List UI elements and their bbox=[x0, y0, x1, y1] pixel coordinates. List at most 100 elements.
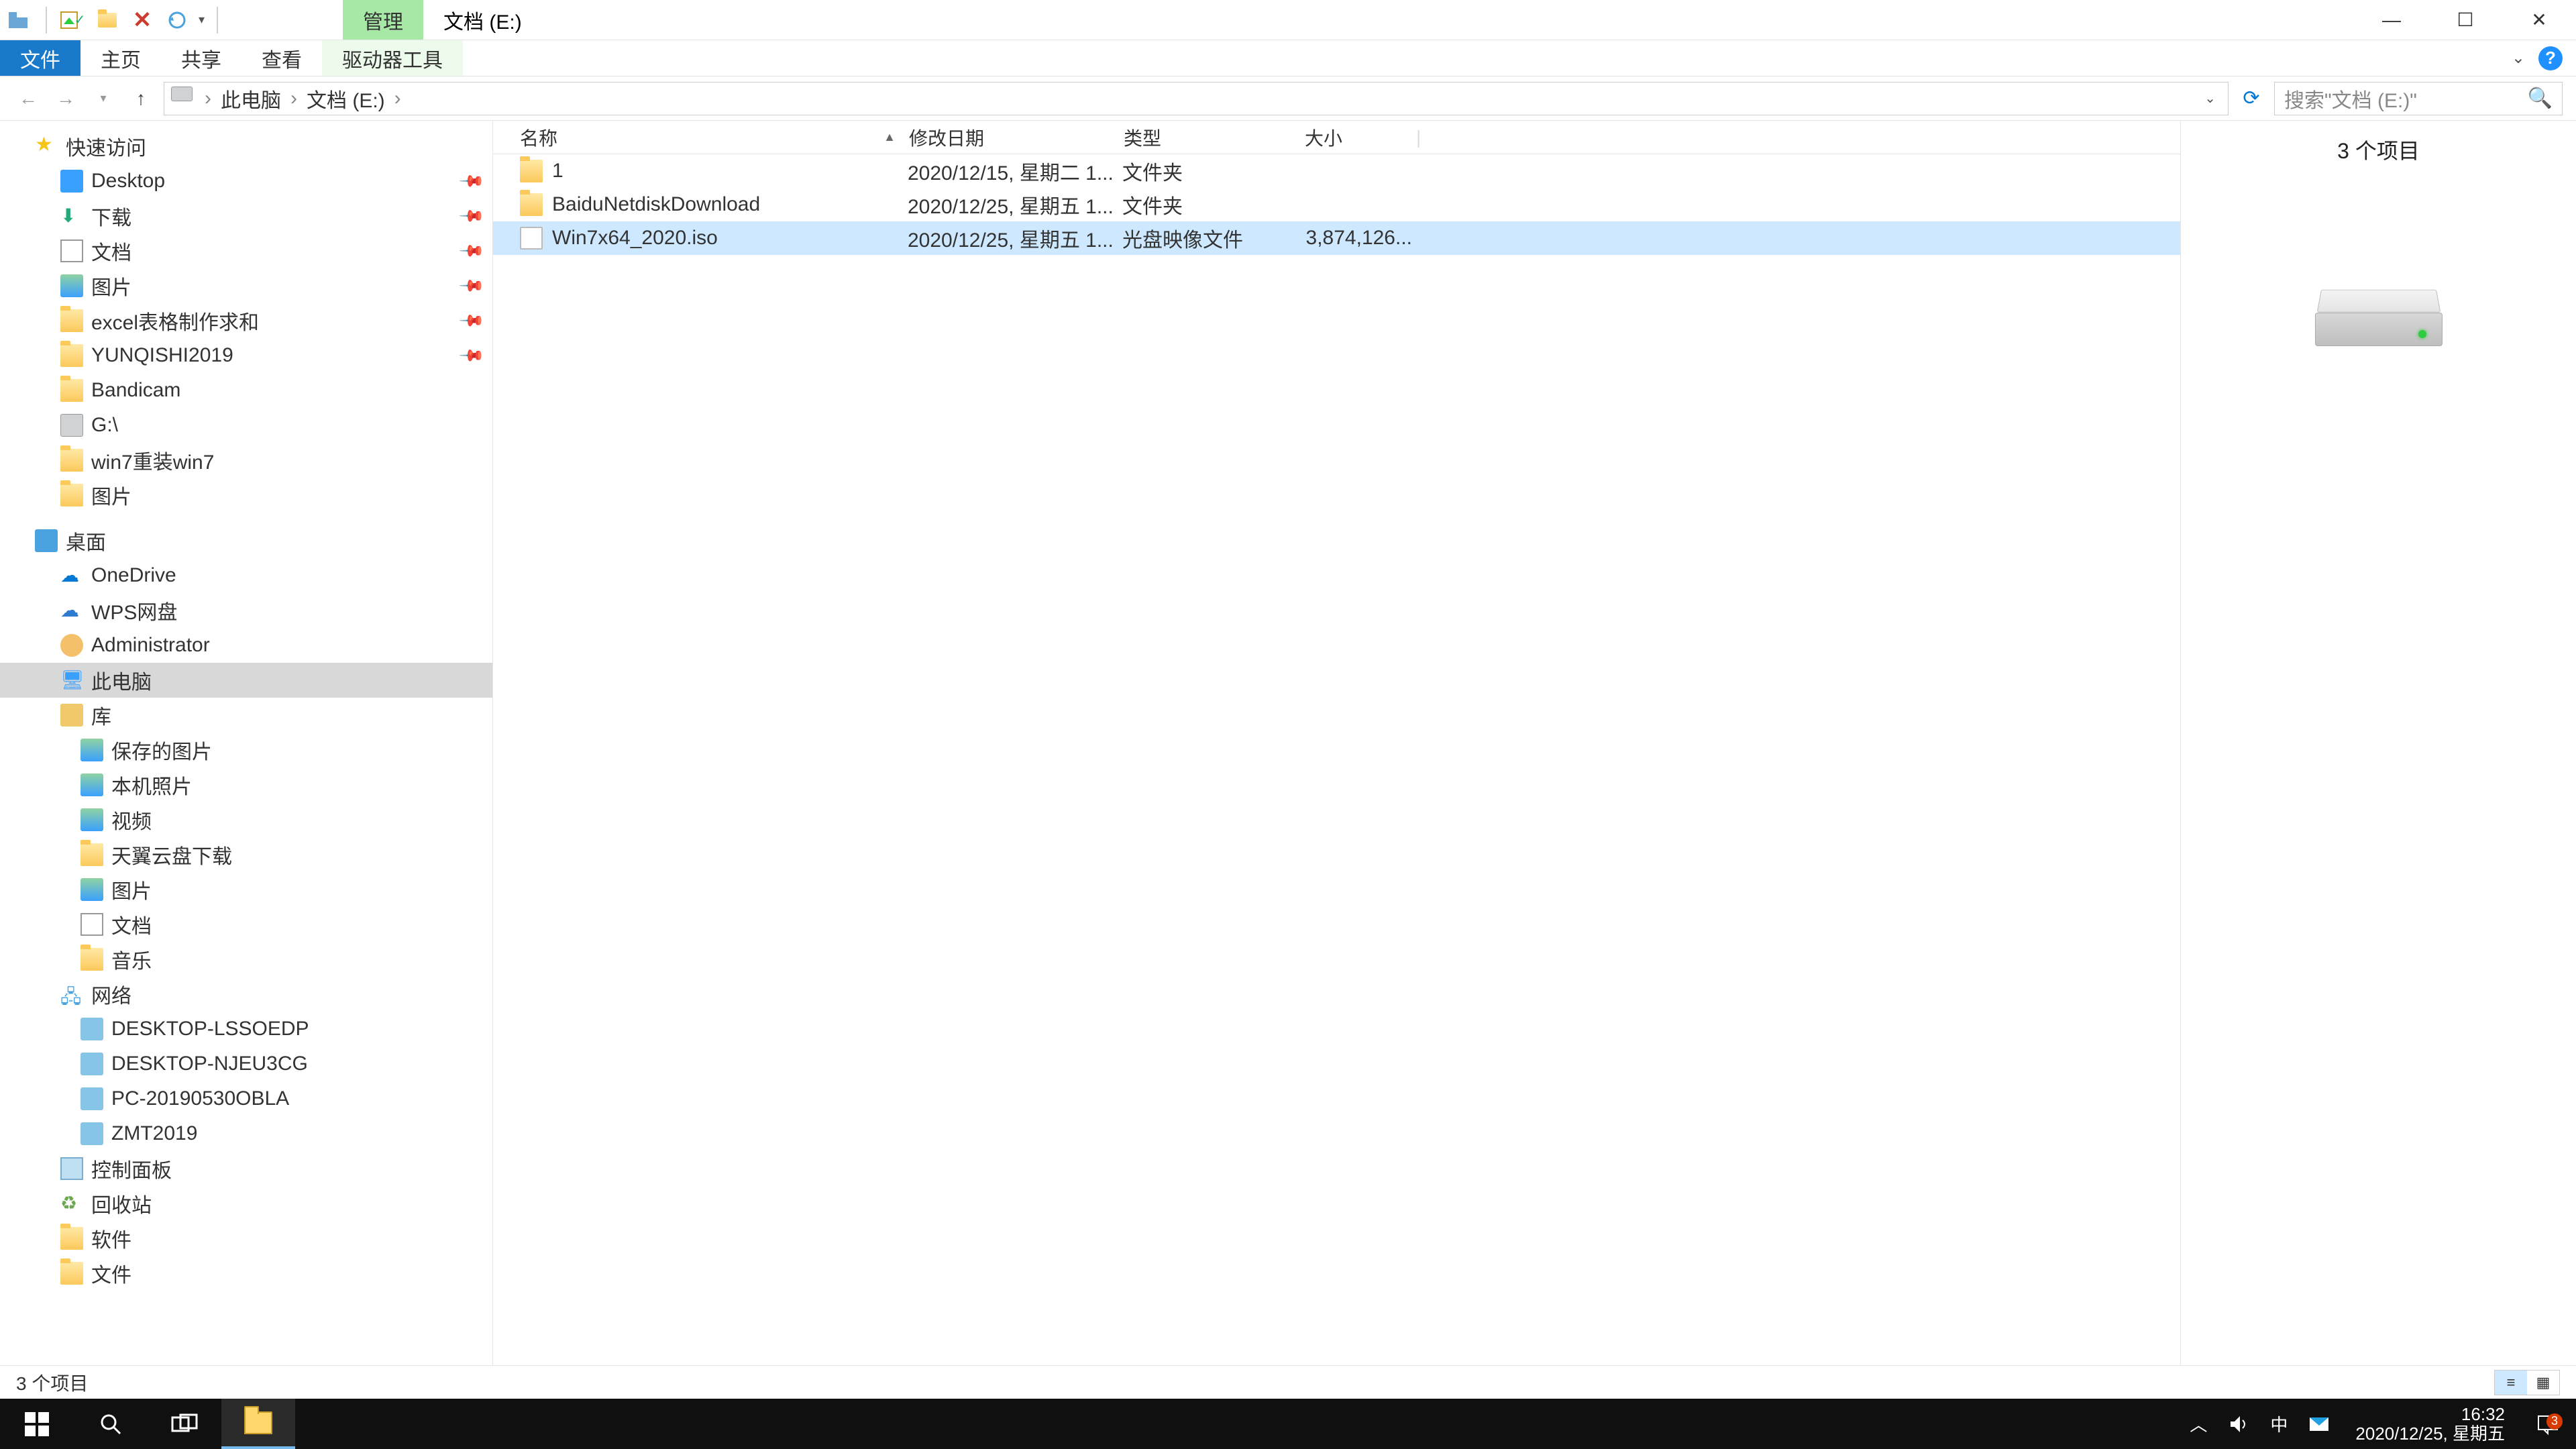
tray-overflow-icon[interactable]: ︿ bbox=[2186, 1412, 2210, 1436]
sidebar-item[interactable]: 控制面板 bbox=[0, 1151, 492, 1186]
qat-dropdown-icon[interactable]: ▾ bbox=[199, 13, 205, 27]
column-date[interactable]: 修改日期 bbox=[909, 124, 1124, 151]
recent-locations-icon[interactable]: ▾ bbox=[89, 84, 118, 113]
sidebar-item[interactable]: 图片 bbox=[0, 478, 492, 513]
notification-badge: 3 bbox=[2546, 1413, 2563, 1430]
start-button[interactable] bbox=[0, 1399, 74, 1449]
view-icons-button[interactable]: ▦ bbox=[2527, 1371, 2559, 1395]
sidebar-item[interactable]: 本机照片 bbox=[0, 767, 492, 802]
sidebar-quick-access[interactable]: ★ 快速访问 bbox=[0, 129, 492, 164]
sidebar-item[interactable]: Bandicam bbox=[0, 373, 492, 408]
refresh-button[interactable]: ⟳ bbox=[2237, 84, 2266, 113]
task-view-button[interactable] bbox=[148, 1399, 221, 1449]
column-overflow-icon[interactable]: | bbox=[1412, 127, 1425, 148]
forward-button[interactable]: → bbox=[51, 84, 80, 113]
help-icon[interactable]: ? bbox=[2538, 46, 2563, 70]
sidebar-item[interactable]: 库 bbox=[0, 698, 492, 733]
sidebar-item[interactable]: G:\ bbox=[0, 408, 492, 443]
qat-separator bbox=[46, 7, 47, 34]
app-icon[interactable] bbox=[7, 7, 34, 34]
column-name[interactable]: 名称 ▲ bbox=[520, 124, 909, 151]
sidebar-item[interactable]: 软件 bbox=[0, 1221, 492, 1256]
address-bar[interactable]: › 此电脑 › 文档 (E:) › ⌄ bbox=[164, 82, 2229, 115]
chevron-right-icon[interactable]: › bbox=[390, 87, 405, 110]
navigation-pane[interactable]: ★ 快速访问 Desktop📌⬇下载📌文档📌图片📌excel表格制作求和📌YUN… bbox=[0, 121, 493, 1365]
item-icon: ☁ bbox=[60, 599, 83, 622]
file-row[interactable]: BaiduNetdiskDownload 2020/12/25, 星期五 1..… bbox=[493, 188, 2180, 221]
sidebar-item[interactable]: 图片📌 bbox=[0, 268, 492, 303]
sidebar-desktop-group[interactable]: 桌面 bbox=[0, 523, 492, 558]
sidebar-item[interactable]: ☁WPS网盘 bbox=[0, 593, 492, 628]
chevron-right-icon[interactable]: › bbox=[201, 87, 215, 110]
sidebar-item[interactable]: 保存的图片 bbox=[0, 733, 492, 767]
tab-view[interactable]: 查看 bbox=[241, 40, 322, 76]
pin-icon: 📌 bbox=[458, 272, 486, 300]
file-row[interactable]: 1 2020/12/15, 星期二 1... 文件夹 bbox=[493, 154, 2180, 188]
sidebar-item-label: 库 bbox=[91, 700, 482, 730]
file-rows[interactable]: 1 2020/12/15, 星期二 1... 文件夹 BaiduNetdiskD… bbox=[493, 154, 2180, 1365]
undo-icon[interactable] bbox=[164, 7, 191, 34]
sidebar-item[interactable]: YUNQISHI2019📌 bbox=[0, 338, 492, 373]
delete-icon[interactable]: ✕ bbox=[129, 7, 156, 34]
sidebar-item[interactable]: 🖥此电脑 bbox=[0, 663, 492, 698]
action-center-button[interactable]: 3 bbox=[2529, 1412, 2567, 1436]
sidebar-item[interactable]: 文件 bbox=[0, 1256, 492, 1291]
sidebar-item[interactable]: 音乐 bbox=[0, 942, 492, 977]
sidebar-item-label: 天翼云盘下载 bbox=[111, 840, 482, 869]
item-icon bbox=[60, 414, 83, 437]
tray-app-icon[interactable] bbox=[2307, 1412, 2331, 1436]
up-button[interactable]: ↑ bbox=[126, 84, 156, 113]
properties-icon[interactable]: ✓ bbox=[59, 7, 86, 34]
tab-file[interactable]: 文件 bbox=[0, 40, 80, 76]
item-icon: ♻ bbox=[60, 1192, 83, 1215]
ime-indicator[interactable]: 中 bbox=[2267, 1412, 2291, 1436]
sidebar-item[interactable]: win7重装win7 bbox=[0, 443, 492, 478]
sidebar-item[interactable]: ☁OneDrive bbox=[0, 558, 492, 593]
sidebar-item[interactable]: ♻回收站 bbox=[0, 1186, 492, 1221]
drive-icon bbox=[171, 87, 195, 111]
tab-drive-tools[interactable]: 驱动器工具 bbox=[322, 40, 463, 76]
search-icon[interactable]: 🔍 bbox=[2528, 87, 2553, 110]
sidebar-item[interactable]: excel表格制作求和📌 bbox=[0, 303, 492, 338]
view-details-button[interactable]: ≡ bbox=[2495, 1371, 2527, 1395]
new-folder-icon[interactable] bbox=[94, 7, 121, 34]
tab-share[interactable]: 共享 bbox=[161, 40, 241, 76]
sidebar-item-label: 保存的图片 bbox=[111, 735, 482, 765]
address-dropdown-icon[interactable]: ⌄ bbox=[2199, 90, 2221, 107]
sidebar-item-label: Bandicam bbox=[91, 379, 482, 402]
sidebar-item[interactable]: 图片 bbox=[0, 872, 492, 907]
sidebar-item[interactable]: 文档 bbox=[0, 907, 492, 942]
file-row[interactable]: Win7x64_2020.iso 2020/12/25, 星期五 1... 光盘… bbox=[493, 221, 2180, 255]
sidebar-item[interactable]: ZMT2019 bbox=[0, 1116, 492, 1151]
crumb-drive-e[interactable]: 文档 (E:) bbox=[307, 84, 385, 113]
column-type[interactable]: 类型 bbox=[1124, 124, 1305, 151]
sidebar-item[interactable]: PC-20190530OBLA bbox=[0, 1081, 492, 1116]
sidebar-network[interactable]: 🖧 网络 bbox=[0, 977, 492, 1012]
sidebar-item[interactable]: DESKTOP-NJEU3CG bbox=[0, 1046, 492, 1081]
sidebar-item[interactable]: Administrator bbox=[0, 628, 492, 663]
maximize-button[interactable]: ☐ bbox=[2428, 0, 2502, 40]
column-size[interactable]: 大小 bbox=[1305, 124, 1412, 151]
back-button[interactable]: ← bbox=[13, 84, 43, 113]
search-placeholder: 搜索"文档 (E:)" bbox=[2284, 84, 2417, 113]
minimize-button[interactable]: — bbox=[2355, 0, 2428, 40]
crumb-this-pc[interactable]: 此电脑 bbox=[221, 84, 281, 113]
clock[interactable]: 16:32 2020/12/25, 星期五 bbox=[2347, 1405, 2513, 1443]
sidebar-item-label: OneDrive bbox=[91, 564, 482, 587]
sidebar-item[interactable]: DESKTOP-LSSOEDP bbox=[0, 1012, 492, 1046]
sidebar-item[interactable]: 文档📌 bbox=[0, 233, 492, 268]
search-button[interactable] bbox=[74, 1399, 148, 1449]
taskbar-explorer[interactable] bbox=[221, 1399, 295, 1449]
volume-icon[interactable] bbox=[2226, 1412, 2251, 1436]
contextual-tab-manage[interactable]: 管理 bbox=[343, 0, 423, 40]
pin-icon: 📌 bbox=[458, 202, 486, 230]
ribbon-collapse-icon[interactable]: ⌄ bbox=[2512, 48, 2525, 68]
sidebar-item[interactable]: Desktop📌 bbox=[0, 164, 492, 199]
tab-home[interactable]: 主页 bbox=[80, 40, 161, 76]
close-button[interactable]: ✕ bbox=[2502, 0, 2576, 40]
sidebar-item[interactable]: 视频 bbox=[0, 802, 492, 837]
search-input[interactable]: 搜索"文档 (E:)" 🔍 bbox=[2274, 82, 2563, 115]
sidebar-item[interactable]: 天翼云盘下载 bbox=[0, 837, 492, 872]
chevron-right-icon[interactable]: › bbox=[286, 87, 301, 110]
sidebar-item[interactable]: ⬇下载📌 bbox=[0, 199, 492, 233]
